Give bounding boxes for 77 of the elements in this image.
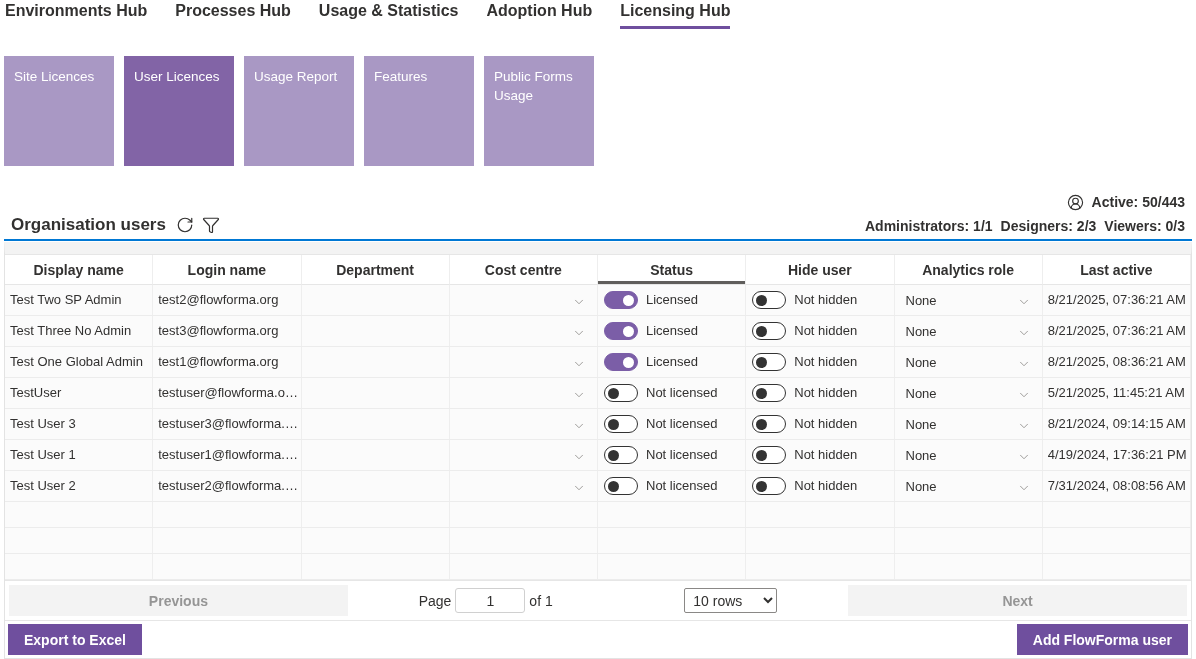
rows-select[interactable]: 10 rows <box>684 588 778 613</box>
toggle-label: Not hidden <box>794 415 858 433</box>
nav-tab[interactable]: Environments Hub <box>5 0 148 29</box>
toggle-label: Not hidden <box>794 322 858 340</box>
toggle-label: Not licensed <box>646 415 718 433</box>
page-label: Page <box>418 592 452 609</box>
table-cell: 8/21/2024, 09:14:15 AM <box>1047 415 1186 433</box>
toggle-switch[interactable] <box>604 322 638 340</box>
toggle-switch[interactable] <box>752 322 787 340</box>
toggle-switch[interactable] <box>752 477 787 495</box>
nav-tab[interactable]: Licensing Hub <box>620 0 731 29</box>
table-cell: 8/21/2025, 08:36:21 AM <box>1047 353 1186 371</box>
table-cell: Test Two SP Admin <box>10 291 122 309</box>
toggle-label: Not hidden <box>794 384 858 402</box>
table-cell: Test Three No Admin <box>10 322 132 340</box>
page-input[interactable]: 1 <box>455 588 526 613</box>
role-count: Administrators: 1/1 <box>865 217 993 235</box>
table-cell: TestUser <box>10 384 62 402</box>
nav-tab[interactable]: Adoption Hub <box>486 0 593 29</box>
table-cell: Test User 2 <box>10 477 76 495</box>
toggle-switch[interactable] <box>752 291 787 309</box>
section-title: Organisation users <box>11 214 166 236</box>
toggle-label: Licensed <box>646 353 699 371</box>
nav-tab[interactable]: Usage & Statistics <box>318 0 459 29</box>
toggle-label: Not hidden <box>794 291 858 309</box>
toggle-switch[interactable] <box>604 291 638 309</box>
role-select[interactable]: None <box>899 318 1037 344</box>
toggle-label: Licensed <box>646 291 699 309</box>
role-select[interactable]: None <box>899 287 1037 313</box>
toggle-label: Not hidden <box>794 353 858 371</box>
table-cell: Test One Global Admin <box>10 353 143 371</box>
table-cell: test3@flowforma.org <box>158 322 279 340</box>
filter-icon[interactable] <box>201 216 220 234</box>
toggle-switch[interactable] <box>604 446 638 464</box>
page-total: of 1 <box>529 592 553 609</box>
role-count: Viewers: 0/3 <box>1104 217 1185 235</box>
role-select[interactable]: None <box>899 411 1037 437</box>
table-cell: 5/21/2025, 11:45:21 AM <box>1047 384 1185 402</box>
toggle-switch[interactable] <box>752 446 787 464</box>
toggle-label: Not licensed <box>646 384 718 402</box>
column-header[interactable]: Status <box>598 255 747 285</box>
toggle-switch[interactable] <box>604 384 638 402</box>
refresh-icon[interactable] <box>175 216 194 234</box>
table-cell: testuser3@flowforma.… <box>158 415 298 433</box>
role-select[interactable]: None <box>899 442 1037 468</box>
nav-tab[interactable]: Processes Hub <box>175 0 291 29</box>
role-select[interactable]: None <box>899 473 1037 499</box>
table-cell: 4/19/2024, 17:36:21 PM <box>1047 446 1187 464</box>
role-select[interactable]: None <box>899 349 1037 375</box>
table-cell: Test User 1 <box>10 446 76 464</box>
toggle-switch[interactable] <box>604 477 638 495</box>
active-count: Active: 50/443 <box>1091 193 1185 211</box>
add-user-button[interactable]: Add FlowForma user <box>1016 624 1188 655</box>
section-tile[interactable]: User Licences <box>124 56 234 166</box>
table-cell: testuser@flowforma.o… <box>158 384 298 402</box>
export-button[interactable]: Export to Excel <box>8 624 142 655</box>
toggle-switch[interactable] <box>604 415 638 433</box>
toggle-label: Not licensed <box>646 446 718 464</box>
table-cell: 8/21/2025, 07:36:21 AM <box>1047 291 1186 309</box>
table-cell: test2@flowforma.org <box>158 291 279 309</box>
role-count: Designers: 2/3 <box>1000 217 1097 235</box>
table-cell: 7/31/2024, 08:08:56 AM <box>1047 477 1186 495</box>
table-cell: testuser1@flowforma.… <box>158 446 298 464</box>
table-cell: test1@flowforma.org <box>158 353 279 371</box>
toggle-label: Licensed <box>646 322 699 340</box>
toggle-switch[interactable] <box>604 353 638 371</box>
toggle-switch[interactable] <box>752 384 787 402</box>
table-cell: testuser2@flowforma.… <box>158 477 298 495</box>
toggle-label: Not licensed <box>646 477 718 495</box>
user-circle-icon <box>1066 193 1084 211</box>
role-select[interactable]: None <box>899 380 1037 406</box>
table-cell: Test User 3 <box>10 415 76 433</box>
toggle-switch[interactable] <box>752 353 787 371</box>
toggle-switch[interactable] <box>752 415 787 433</box>
table-cell: 8/21/2025, 07:36:21 AM <box>1047 322 1186 340</box>
toggle-label: Not hidden <box>794 477 858 495</box>
toggle-label: Not hidden <box>794 446 858 464</box>
